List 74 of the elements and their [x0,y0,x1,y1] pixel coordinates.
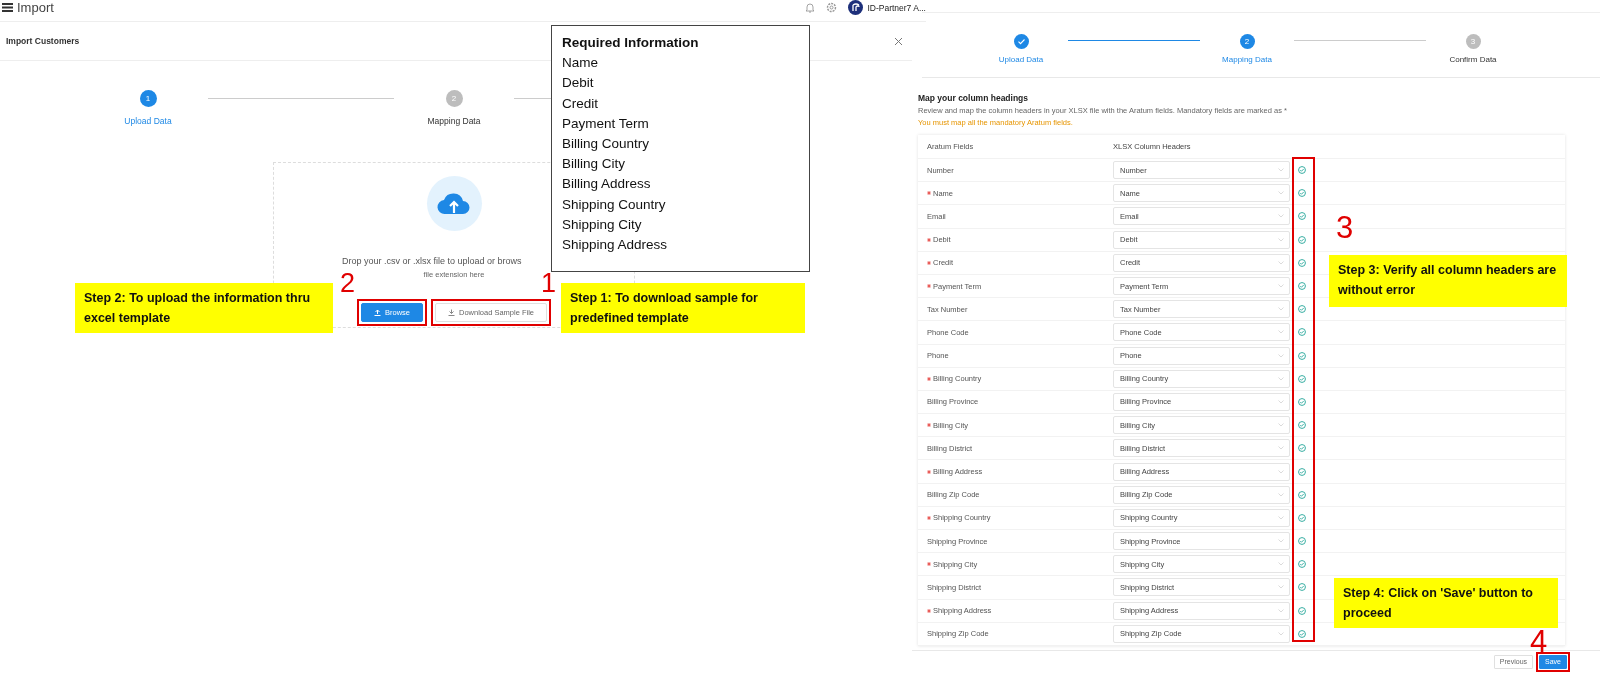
check-circle-icon [1298,212,1306,221]
chevron-down-icon [1278,423,1284,428]
step-label[interactable]: Mapping Data [1222,55,1272,64]
check-circle-icon [1298,374,1306,383]
callout-tooltip: Step 4: Click on 'Save' button to proceed [1334,578,1558,628]
chevron-down-icon [1278,307,1284,312]
chevron-down-icon [1278,237,1284,242]
step-number: 2 [1239,34,1255,49]
chevron-down-icon [1278,469,1284,474]
chevron-down-icon [1278,191,1284,196]
check-circle-icon [1298,629,1306,638]
step-marker: 4 [1530,626,1548,657]
check-circle-icon [1298,421,1306,430]
check-circle-icon [1298,444,1306,453]
check-circle-icon [1298,606,1306,615]
check-circle-icon [1298,328,1306,337]
bell-icon[interactable] [805,2,816,13]
step-number: 1 [139,90,157,107]
chevron-down-icon [1278,330,1284,335]
check-circle-icon [1298,258,1306,267]
info-item: Credit [562,94,599,113]
callout-tooltip: Step 3: Verify all column headers are without error [1329,255,1567,307]
download-icon [448,309,455,316]
info-item: Name [562,54,599,73]
chevron-down-icon [1278,260,1284,265]
check-circle-icon [1298,305,1306,314]
info-title: Required Information [562,34,700,52]
step-label[interactable]: Confirm Data [1449,55,1497,64]
app-title: Import [17,0,54,15]
check-circle-icon [1298,513,1306,522]
step-marker: 3 [1336,212,1354,243]
check-circle-icon [1298,397,1306,406]
check-circle-icon [1298,166,1306,175]
chevron-down-icon [1278,353,1284,358]
chevron-down-icon [1278,168,1284,173]
chevron-down-icon [1278,585,1284,590]
chevron-down-icon [1278,446,1284,451]
dialog-title: Import Customers [6,36,80,46]
callout-tooltip: Step 1: To download sample for predefined template [561,283,805,333]
user-name[interactable]: ID-Partner7 A... [867,2,926,13]
check-circle-icon [1298,351,1306,360]
settings-icon[interactable] [826,2,838,13]
check-circle-icon [1298,467,1306,476]
chevron-down-icon [1278,515,1284,520]
step-label[interactable]: Mapping Data [427,116,481,126]
info-item: Payment Term [562,114,650,133]
section-heading: Map your column headings [918,93,1030,103]
step-label[interactable]: Upload Data [124,116,172,126]
check-circle-icon [1298,235,1306,244]
chevron-down-icon [1278,284,1284,289]
check-circle-icon [1298,537,1306,546]
check-circle-icon [1298,490,1306,499]
chevron-down-icon [1278,562,1284,567]
info-item: Billing Country [562,135,651,153]
chevron-down-icon [1278,608,1284,613]
upload-icon [373,309,381,316]
menu-icon[interactable] [2,3,13,12]
check-circle-icon [1298,583,1306,592]
drop-instructions: Drop your .csv or .xlsx file to upload or brows [342,256,522,266]
chevron-down-icon [1278,539,1284,544]
info-item: Debit [562,74,595,93]
check-circle-icon [1298,560,1306,569]
chevron-down-icon [1278,492,1284,497]
callout-tooltip: Step 2: To upload the information thru excel template [75,283,333,333]
step-label[interactable]: Upload Data [998,55,1044,64]
chevron-down-icon [1278,399,1284,404]
check-circle-icon [1298,189,1306,198]
check-circle-icon [1298,282,1306,291]
step-marker: 1 [541,270,557,297]
chevron-down-icon [1278,376,1284,381]
chevron-down-icon [1278,214,1284,219]
step-marker: 2 [340,270,356,297]
close-icon[interactable] [895,37,902,45]
chevron-down-icon [1278,631,1284,636]
